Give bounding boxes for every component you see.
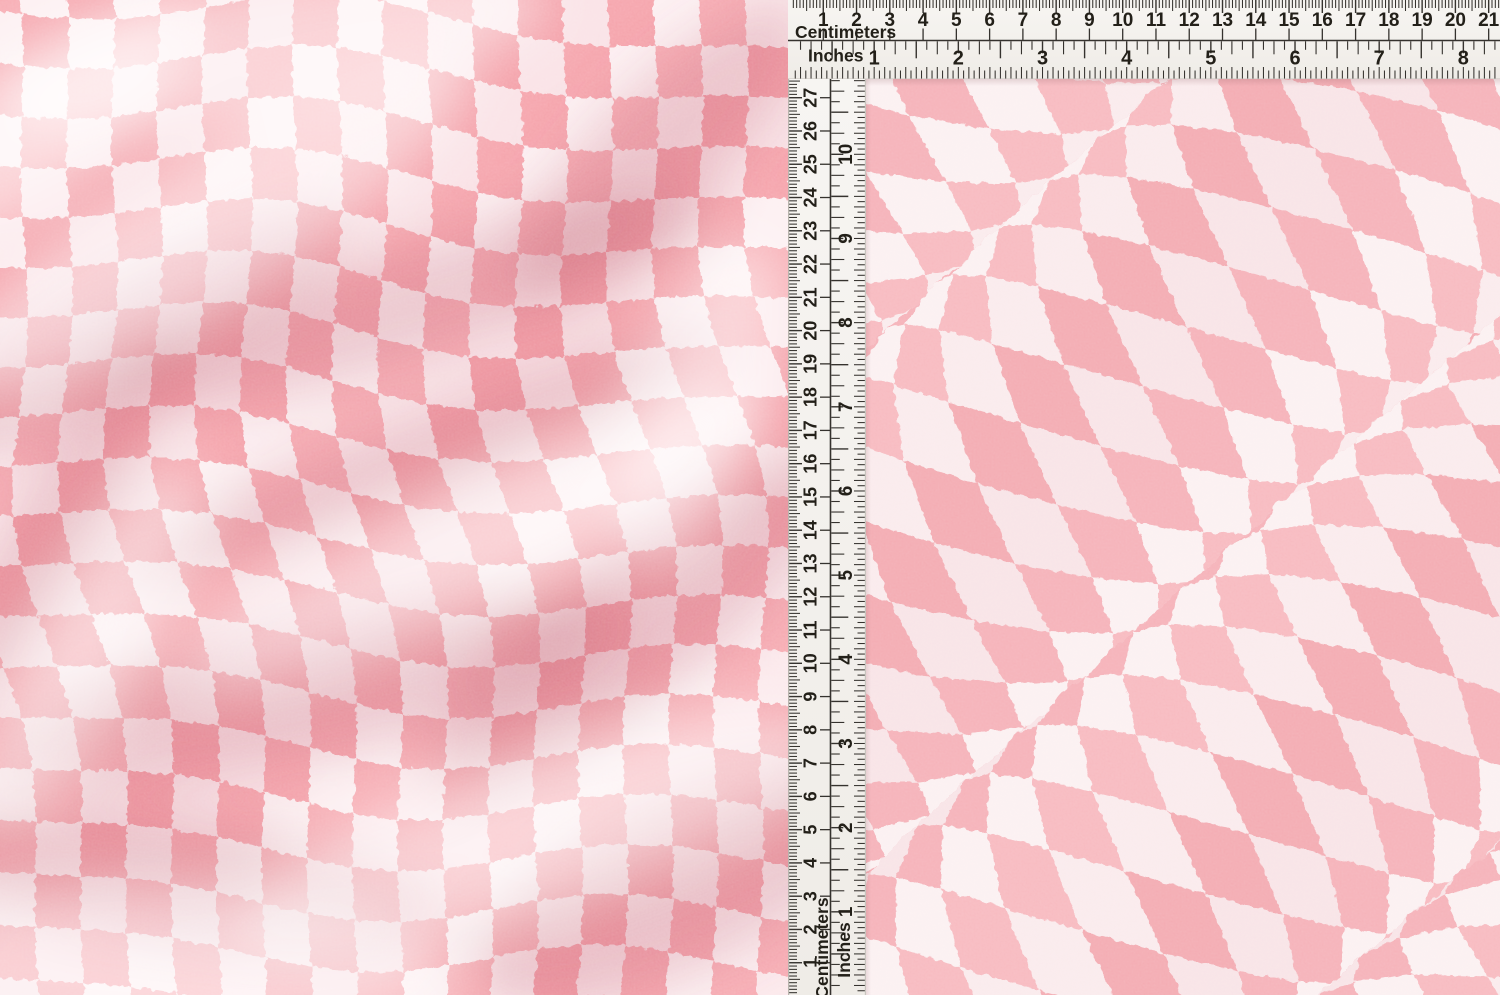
top-ruler-cm-label: Centimeters [795,22,896,42]
cm-number: 14 [800,520,820,540]
cm-number: 11 [1146,10,1167,31]
cm-number: 8 [800,725,820,735]
cm-number: 9 [1084,10,1095,31]
cm-number: 8 [1051,10,1062,31]
top-ruler-inch-label: Inches [808,46,864,66]
cm-number: 22 [800,254,820,274]
cm-number: 27 [800,88,820,108]
cm-number: 16 [1312,10,1333,31]
cm-number: 21 [800,287,820,307]
knit-texture-overlay [866,79,1500,995]
horizontal-ruler: 1234567891011121314151617181920211234567… [788,0,1500,80]
cm-number: 19 [1412,10,1433,31]
cm-number: 21 [1478,10,1500,31]
cm-number: 18 [1378,10,1399,31]
side-ruler-cm-label: Centimeters [812,897,832,995]
cm-number: 23 [800,221,820,241]
inch-number: 1 [869,48,880,70]
inch-number: 7 [1374,48,1385,70]
cm-number: 20 [800,321,820,341]
inch-number: 5 [1205,48,1216,70]
cm-number: 15 [1278,10,1300,31]
cm-number: 14 [1245,10,1267,31]
cm-number: 15 [800,487,820,507]
cm-number: 10 [1112,10,1133,31]
cm-number: 4 [918,10,929,31]
cm-number: 5 [800,825,820,835]
flat-fabric-swatch-photo [866,79,1500,995]
inch-number: 2 [953,48,964,70]
side-ruler-inch-label: Inches [834,922,854,978]
cm-number: 16 [800,454,820,474]
cm-number: 24 [800,188,820,208]
cm-number: 7 [1018,10,1029,31]
cm-number: 11 [800,621,820,640]
cm-number: 6 [984,10,995,31]
cm-number: 7 [800,758,820,768]
cm-number: 9 [800,692,820,702]
cm-number: 12 [1179,10,1200,31]
cm-number: 6 [800,791,820,801]
draped-fabric-photo [0,0,790,995]
cm-number: 18 [800,387,820,407]
inch-number: 6 [1289,48,1300,70]
cm-number: 4 [800,858,820,868]
fabric-product-photo: 1234567891011121314151617181920211234567… [0,0,1500,995]
inch-number: 4 [1121,48,1133,70]
inch-number: 8 [1458,48,1469,70]
cm-number: 12 [800,587,820,607]
ruler-shadow-left [866,79,871,995]
cm-number: 26 [800,121,820,141]
cm-number: 17 [800,420,820,440]
cm-number: 10 [800,653,820,673]
cm-number: 17 [1345,10,1366,31]
vertical-ruler: 1234567891011121314151617181920212223242… [788,79,866,995]
cm-number: 13 [800,553,820,573]
cm-number: 25 [800,154,820,174]
ruler-shadow-top [866,79,1500,86]
cm-number: 13 [1212,10,1233,31]
knit-texture-overlay [0,0,790,995]
cm-number: 20 [1445,10,1466,31]
cm-number: 5 [951,10,962,31]
inch-number: 3 [1037,48,1048,70]
cm-number: 19 [800,354,820,374]
